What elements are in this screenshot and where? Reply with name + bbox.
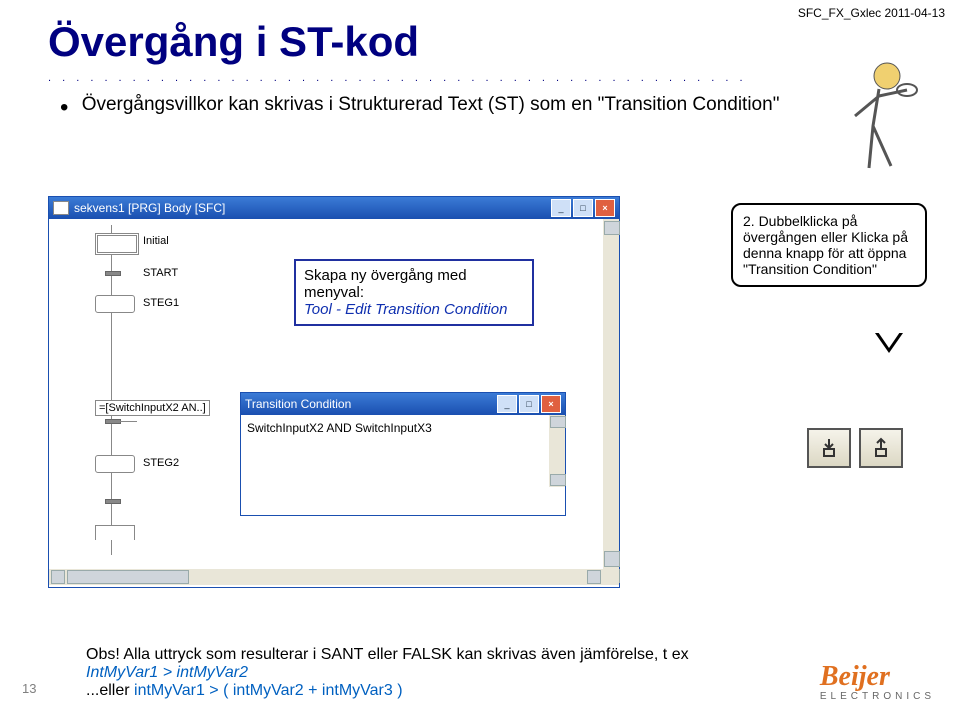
sfc-transition-2-label[interactable]: =[SwitchInputX2 AN..] [95,400,210,416]
title-divider-dots: . . . . . . . . . . . . . . . . . . . . … [48,72,748,84]
sfc-step-initial-label: Initial [143,235,169,247]
bullet-1: • Övergångsvillkor kan skrivas i Struktu… [60,94,959,122]
horizontal-scrollbar[interactable] [49,569,619,585]
note-line2a: ...eller [86,682,134,699]
window2-titlebar: Transition Condition _ □ × [241,393,565,415]
win2-maximize-button[interactable]: □ [519,395,539,413]
vendor-logo: Beijer ELECTRONICS [820,661,935,702]
transition-condition-window: Transition Condition _ □ × SwitchInputX2… [240,392,566,516]
callout1-line2: Tool - Edit Transition Condition [304,301,507,318]
sfc-transition-3[interactable] [105,499,121,504]
note-box: Obs! Alla uttryck som resulterar i SANT … [86,646,696,700]
win2-minimize-button[interactable]: _ [497,395,517,413]
scroll-right-button[interactable] [587,570,601,584]
toolbar-buttons [807,428,903,468]
logo-brand: Beijer [820,661,935,693]
h-scroll-thumb[interactable] [67,570,189,584]
scroll-up-button[interactable] [604,221,620,235]
win2-scroll-down[interactable] [550,474,566,486]
zoom-to-body-button[interactable] [807,428,851,468]
sfc-step-2-label: STEG2 [143,457,179,469]
win2-scroll-up[interactable] [550,416,566,428]
decorative-figure [829,56,919,176]
sfc-trans2-connector [119,421,137,422]
minimize-button[interactable]: _ [551,199,571,217]
header-meta: SFC_FX_Gxlec 2011-04-13 [798,6,945,20]
win2-close-button[interactable]: × [541,395,561,413]
bubble-text: 2. Dubbelklicka på övergången eller Klic… [743,213,908,277]
callout-tail [875,333,903,353]
scroll-left-button[interactable] [51,570,65,584]
sfc-step-2[interactable] [95,455,135,473]
sfc-transition-start[interactable] [105,271,121,276]
page-title: Övergång i ST-kod [48,18,959,66]
bullet-text: Övergångsvillkor kan skrivas i Strukture… [82,94,780,115]
note-expr1: IntMyVar1 > intMyVar2 [86,664,248,681]
window-title-text: sekvens1 [PRG] Body [SFC] [74,201,225,215]
sfc-step-initial[interactable] [95,233,139,255]
callout-create-transition: Skapa ny övergång med menyval: Tool - Ed… [294,259,534,326]
sfc-transition-start-label: START [143,267,178,279]
vertical-scrollbar[interactable] [603,219,619,585]
bullet-dot: • [60,94,68,121]
zoom-back-button[interactable] [859,428,903,468]
sfc-step-1[interactable] [95,295,135,313]
window-icon [53,201,69,215]
sfc-step-end[interactable] [95,525,135,540]
maximize-button[interactable]: □ [573,199,593,217]
transition-condition-text: SwitchInputX2 AND SwitchInputX3 [247,421,432,435]
transition-condition-editor[interactable]: SwitchInputX2 AND SwitchInputX3 [241,415,565,511]
window-titlebar: sekvens1 [PRG] Body [SFC] _ □ × [49,197,619,219]
scroll-thumb[interactable] [604,551,620,567]
logo-subtitle: ELECTRONICS [820,691,935,702]
note-line1a: Obs! Alla uttryck som resulterar i SANT … [86,646,689,663]
win2-vertical-scrollbar[interactable] [549,415,565,487]
window2-title-text: Transition Condition [245,397,351,411]
callout1-line1: Skapa ny övergång med menyval: [304,267,524,301]
sfc-step-1-label: STEG1 [143,297,179,309]
callout-open-transition: 2. Dubbelklicka på övergången eller Klic… [731,203,927,287]
note-expr2: intMyVar1 > ( intMyVar2 + intMyVar3 ) [134,682,403,699]
close-button[interactable]: × [595,199,615,217]
page-number: 13 [22,681,36,696]
